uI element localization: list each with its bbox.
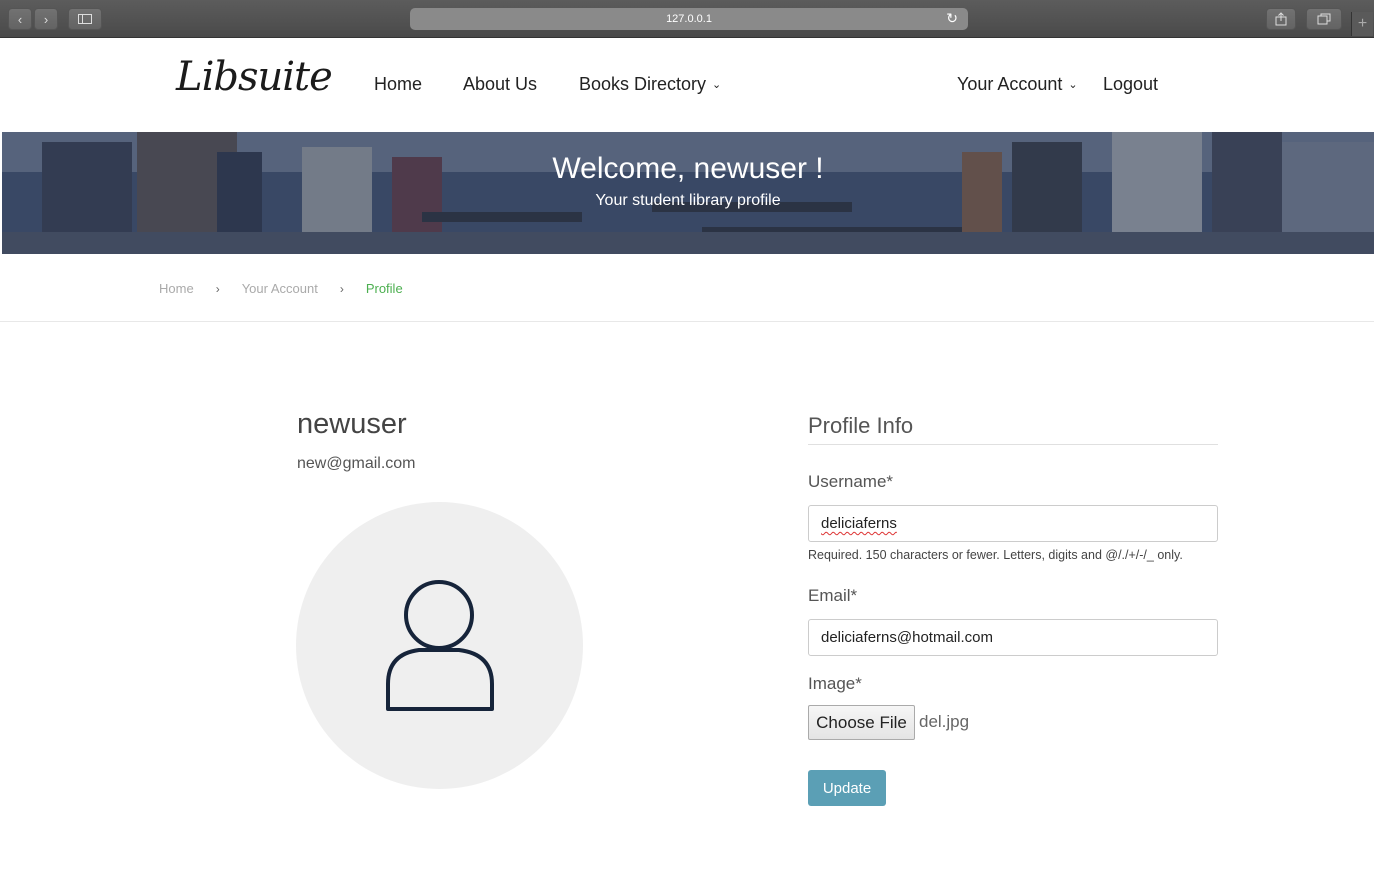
profile-username: newuser (297, 408, 407, 440)
email-label: Email* (808, 586, 858, 605)
user-icon (386, 580, 494, 711)
share-icon (1275, 12, 1287, 26)
chevron-right-icon: › (43, 11, 49, 27)
breadcrumb-your-account[interactable]: Your Account (242, 281, 318, 296)
address-bar[interactable]: 127.0.0.1 ↻ (410, 8, 968, 30)
avatar (296, 502, 583, 789)
site-logo[interactable]: Libsuite (176, 54, 333, 100)
nav-logout-label: Logout (1103, 74, 1159, 94)
breadcrumb-home[interactable]: Home (159, 281, 194, 296)
tabs-button[interactable] (1306, 8, 1342, 30)
form-title: Profile Info (808, 413, 914, 438)
email-input[interactable]: deliciaferns@hotmail.com (808, 619, 1218, 656)
nav-home-label: Home (374, 74, 423, 94)
chevron-left-icon: ‹ (17, 11, 23, 27)
breadcrumb-separator: › (215, 281, 220, 296)
reload-icon[interactable]: ↻ (946, 10, 958, 27)
url-text: 127.0.0.1 (666, 13, 712, 25)
update-button[interactable]: Update (808, 770, 886, 806)
sidebar-button[interactable] (68, 8, 102, 30)
nav-books-directory[interactable]: Books Directory ⌄ (579, 74, 721, 95)
nav-logout[interactable]: Logout (1103, 74, 1158, 95)
image-label: Image* (808, 674, 862, 693)
profile-email: new@gmail.com (297, 455, 416, 472)
nav-your-account[interactable]: Your Account ⌄ (957, 74, 1078, 95)
nav-account-label: Your Account (957, 74, 1063, 94)
username-help-text: Required. 150 characters or fewer. Lette… (808, 548, 1183, 562)
section-divider (0, 321, 1374, 322)
chevron-down-icon: ⌄ (1068, 79, 1078, 91)
choose-file-button[interactable]: Choose File (808, 705, 915, 740)
hero-banner: Welcome, newuser ! Your student library … (2, 132, 1374, 254)
email-value: deliciaferns@hotmail.com (821, 629, 993, 646)
back-button[interactable]: ‹ (8, 8, 32, 30)
share-button[interactable] (1266, 8, 1296, 30)
username-input[interactable]: deliciaferns (808, 505, 1218, 542)
sidebar-icon (78, 14, 92, 24)
nav-about-label: About Us (463, 74, 538, 94)
hero-subtitle: Your student library profile (595, 192, 781, 209)
nav-about[interactable]: About Us (463, 74, 537, 95)
browser-toolbar: ‹ › 127.0.0.1 ↻ + (0, 0, 1374, 38)
forward-button[interactable]: › (34, 8, 58, 30)
breadcrumb-profile: Profile (365, 281, 403, 296)
tabs-icon (1317, 13, 1331, 25)
new-tab-button[interactable]: + (1351, 12, 1373, 36)
form-title-divider (808, 444, 1218, 445)
username-value: deliciaferns (821, 515, 897, 532)
breadcrumb: Home › Your Account › Profile (159, 281, 403, 296)
selected-file-name: del.jpg (919, 712, 970, 731)
chevron-down-icon: ⌄ (712, 79, 722, 91)
hero-title: Welcome, newuser ! (552, 152, 824, 185)
username-label: Username* (808, 472, 894, 491)
nav-books-label: Books Directory (579, 74, 707, 94)
nav-home[interactable]: Home (374, 74, 422, 95)
breadcrumb-separator: › (339, 281, 344, 296)
site-navbar: Libsuite Home About Us Books Directory ⌄… (0, 38, 1374, 132)
